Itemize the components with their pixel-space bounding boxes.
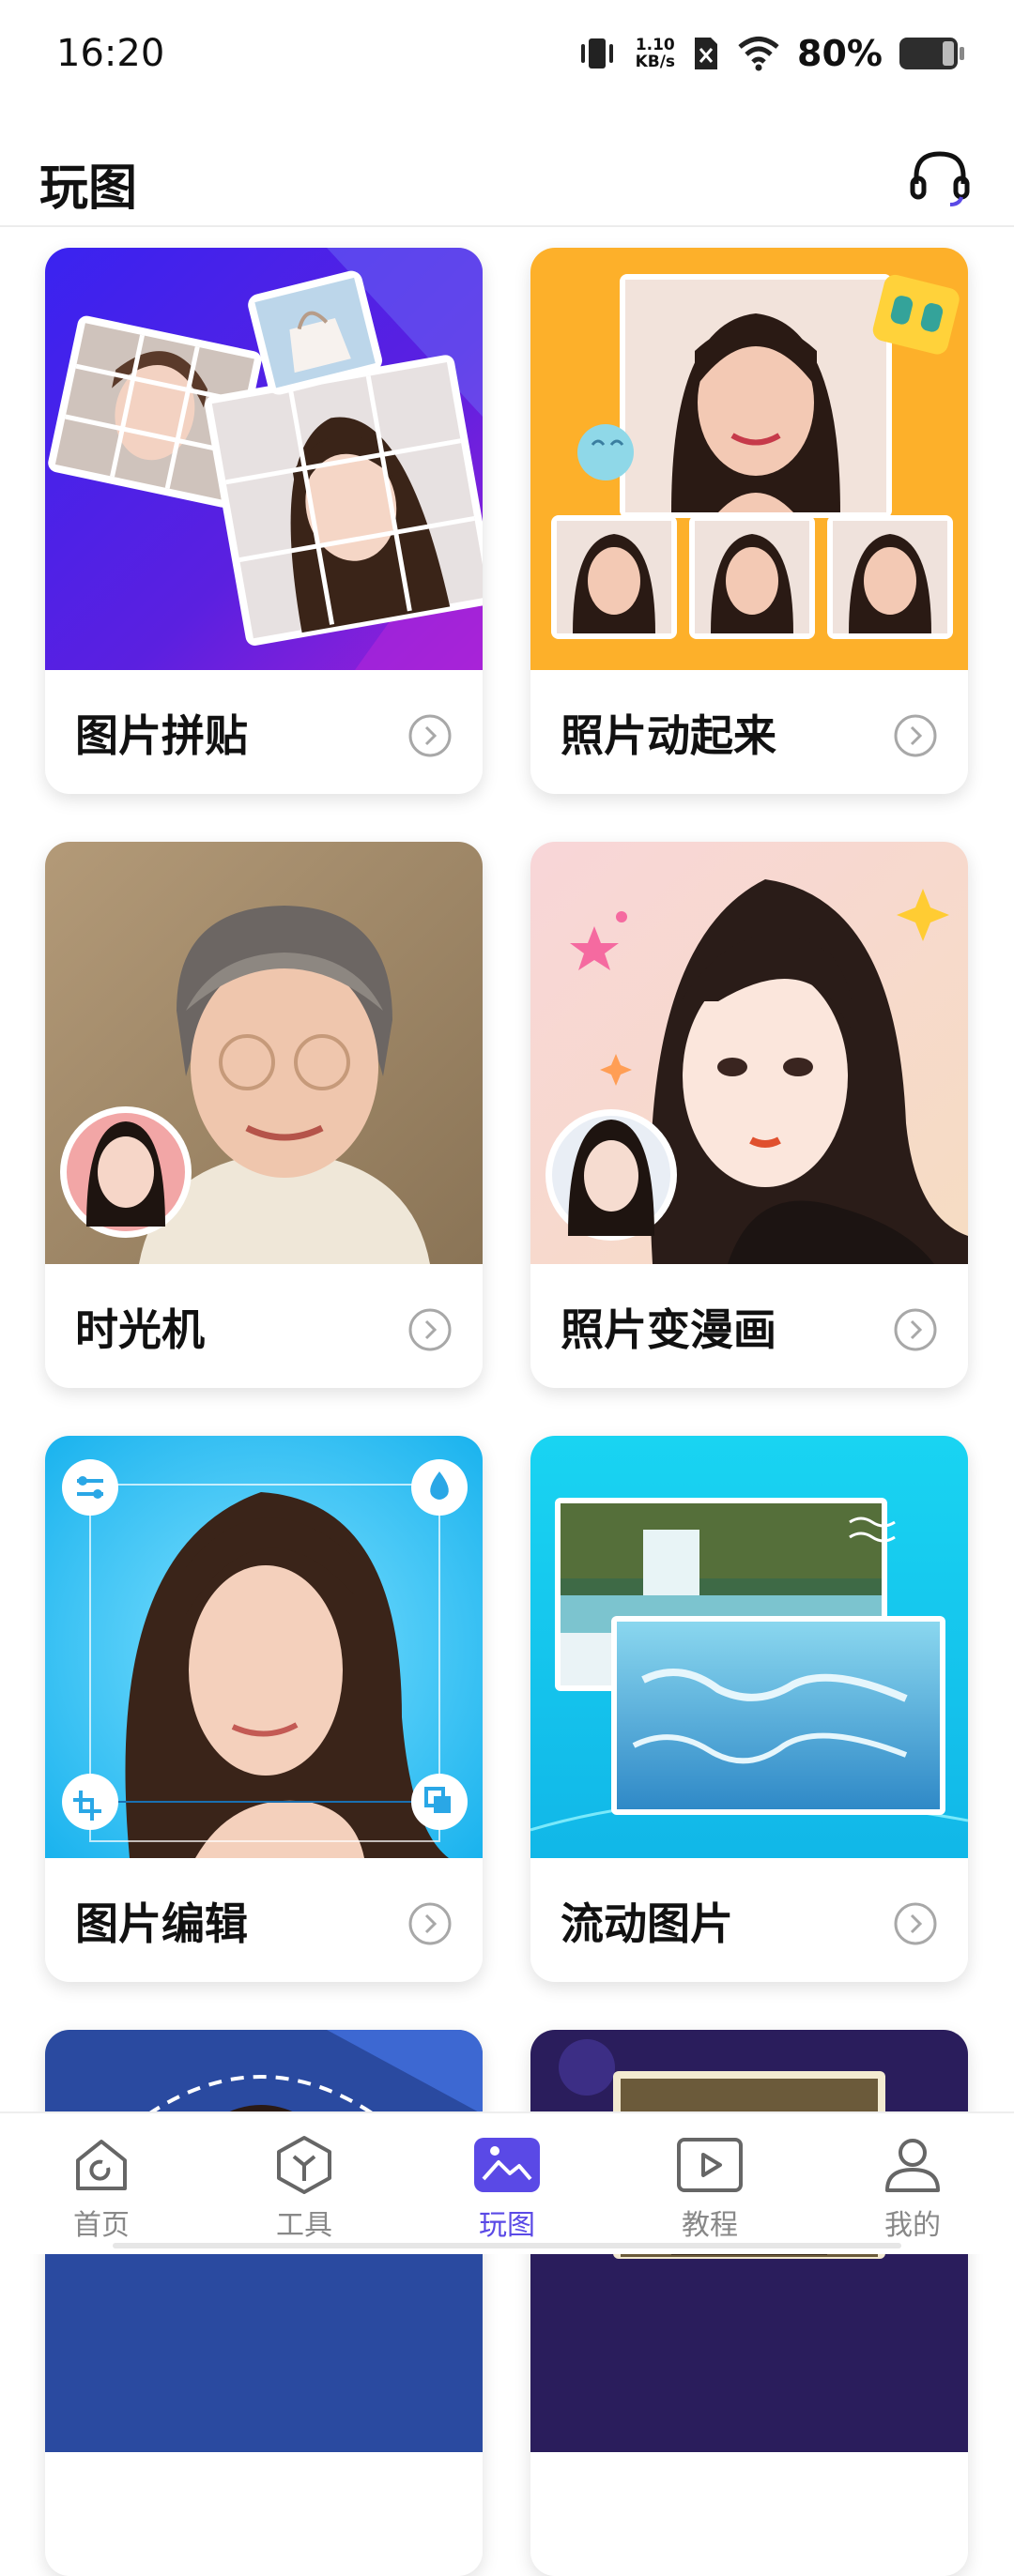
- nav-item-play[interactable]: 玩图: [441, 2132, 573, 2245]
- page-title: 玩图: [39, 160, 138, 217]
- nav-label: 首页: [73, 2209, 130, 2242]
- nav-item-tools[interactable]: 工具: [238, 2132, 370, 2245]
- status-time: 16:20: [56, 32, 165, 75]
- card-label: 图片编辑: [75, 1898, 248, 1949]
- app-header: 玩图: [0, 131, 1014, 227]
- animate-photo-thumbnail: [530, 248, 968, 670]
- card-label: 图片拼贴: [75, 710, 248, 761]
- card-label: 照片变漫画: [561, 1304, 776, 1355]
- status-bar: 16:20 1.10 KB/s 80%: [0, 0, 1014, 113]
- nav-label: 工具: [276, 2209, 332, 2242]
- no-sim-icon: [695, 38, 718, 69]
- nav-label: 教程: [682, 2209, 738, 2242]
- nav-label: 玩图: [479, 2209, 535, 2242]
- card-label: 时光机: [75, 1304, 205, 1355]
- nav-label: 我的: [884, 2209, 941, 2242]
- chevron-right-icon: [408, 714, 452, 757]
- person-icon: [885, 2139, 940, 2192]
- chevron-right-icon: [894, 714, 937, 757]
- nav-item-home[interactable]: 首页: [36, 2132, 167, 2245]
- chevron-right-icon: [894, 1902, 937, 1945]
- card-label: 流动图片: [561, 1898, 733, 1949]
- image-icon: [474, 2138, 540, 2192]
- bottom-navigation: 首页 工具 玩图 教程 我的: [0, 2111, 1014, 2254]
- feature-card-cartoon[interactable]: 照片变漫画: [530, 842, 968, 1388]
- photo-edit-thumbnail: [45, 1436, 483, 1858]
- status-icons: 1.10 KB/s 80%: [576, 30, 964, 77]
- cartoon-thumbnail: [530, 842, 968, 1264]
- time-machine-thumbnail: [45, 842, 483, 1264]
- collage-thumbnail: [45, 248, 483, 670]
- network-speed-unit: KB/s: [635, 53, 676, 71]
- feature-card-animate-photo[interactable]: 照片动起来: [530, 248, 968, 794]
- feature-card-time-machine[interactable]: 时光机: [45, 842, 483, 1388]
- chevron-right-icon: [408, 1902, 452, 1945]
- chevron-right-icon: [408, 1308, 452, 1351]
- home-indicator: [113, 2243, 901, 2248]
- nav-item-tutorial[interactable]: 教程: [644, 2132, 776, 2245]
- flowing-photo-thumbnail: [530, 1436, 968, 1858]
- play-icon: [677, 2138, 743, 2192]
- feature-card-collage[interactable]: 图片拼贴: [45, 248, 483, 794]
- battery-percent: 80%: [797, 33, 883, 74]
- network-speed: 1.10 KB/s: [636, 37, 675, 70]
- feature-card-flowing-photo[interactable]: 流动图片: [530, 1436, 968, 1982]
- vibrate-icon: [580, 38, 613, 69]
- nav-item-profile[interactable]: 我的: [847, 2132, 978, 2245]
- feature-card-photo-edit[interactable]: 图片编辑: [45, 1436, 483, 1982]
- headset-icon[interactable]: [907, 145, 973, 210]
- wifi-icon: [738, 37, 779, 71]
- cube-icon: [277, 2136, 331, 2194]
- network-speed-value: 1.10: [635, 36, 675, 54]
- battery-icon: [899, 38, 964, 69]
- home-icon: [76, 2140, 127, 2190]
- chevron-right-icon: [894, 1308, 937, 1351]
- card-label: 照片动起来: [561, 710, 776, 761]
